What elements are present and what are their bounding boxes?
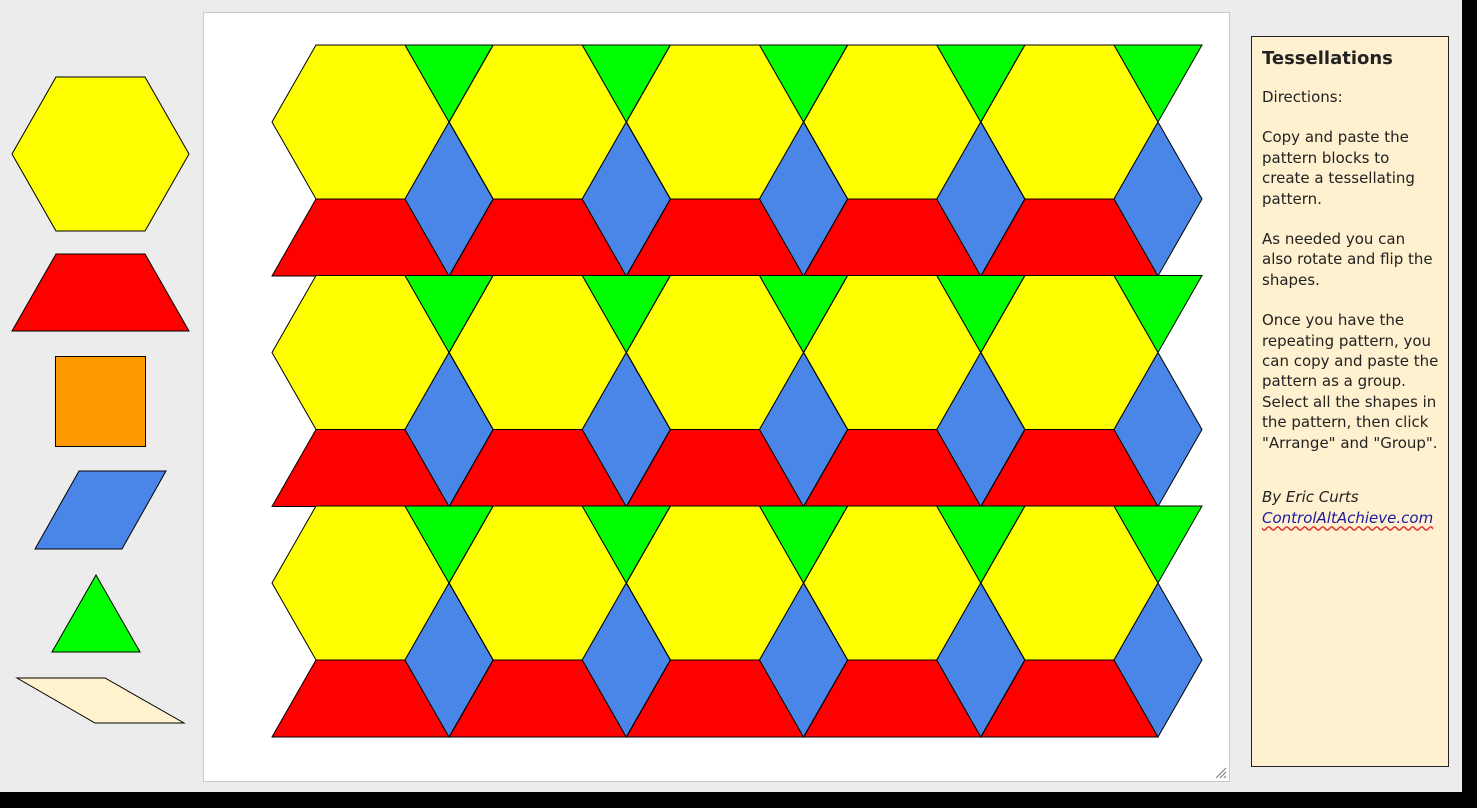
thin-rhombus-polygon [15, 677, 186, 724]
directions-paragraph-1: Copy and paste the pattern blocks to cre… [1262, 128, 1415, 208]
square-block[interactable] [55, 356, 147, 448]
square-rect [55, 356, 146, 447]
blue-rhombus-block[interactable] [34, 470, 167, 550]
directions-paragraph-2: As needed you can also rotate and flip t… [1262, 230, 1433, 289]
directions-paragraph-3: Once you have the repeating pattern, you… [1262, 311, 1439, 452]
square-shape [55, 356, 146, 447]
resize-grip-line-3 [1223, 775, 1227, 779]
credits: By Eric Curts ControlAltAchieve.com [1262, 487, 1440, 528]
thin-rhombus-block[interactable] [15, 677, 186, 724]
hexagon-polygon [11, 76, 190, 232]
hexagon-shape [11, 76, 190, 232]
blue-rhombus-polygon [34, 470, 167, 550]
triangle-block[interactable] [51, 573, 141, 653]
tessellation-pattern [271, 44, 1203, 739]
directions-heading: Directions: [1262, 88, 1343, 106]
directions-title: Tessellations [1262, 48, 1393, 69]
author-credit: By Eric Curts [1262, 488, 1359, 507]
trapezoid-block[interactable] [11, 253, 190, 332]
trapezoid-shape [11, 253, 190, 332]
hexagon-block[interactable] [11, 76, 190, 232]
pattern-block-palette [0, 0, 200, 792]
triangle-shape [51, 573, 141, 653]
directions-text-box[interactable]: Tessellations Directions: Copy and paste… [1251, 36, 1449, 767]
trapezoid-polygon [11, 253, 190, 332]
slide-editor-window: Tessellations Directions: Copy and paste… [0, 0, 1462, 792]
slide-canvas[interactable] [203, 12, 1230, 782]
website-link[interactable]: ControlAltAchieve.com [1262, 509, 1433, 527]
resize-handle-icon[interactable] [1215, 767, 1227, 779]
triangle-polygon [51, 573, 141, 653]
blue-rhombus-shape [34, 470, 167, 550]
thin-rhombus-shape [15, 677, 186, 724]
